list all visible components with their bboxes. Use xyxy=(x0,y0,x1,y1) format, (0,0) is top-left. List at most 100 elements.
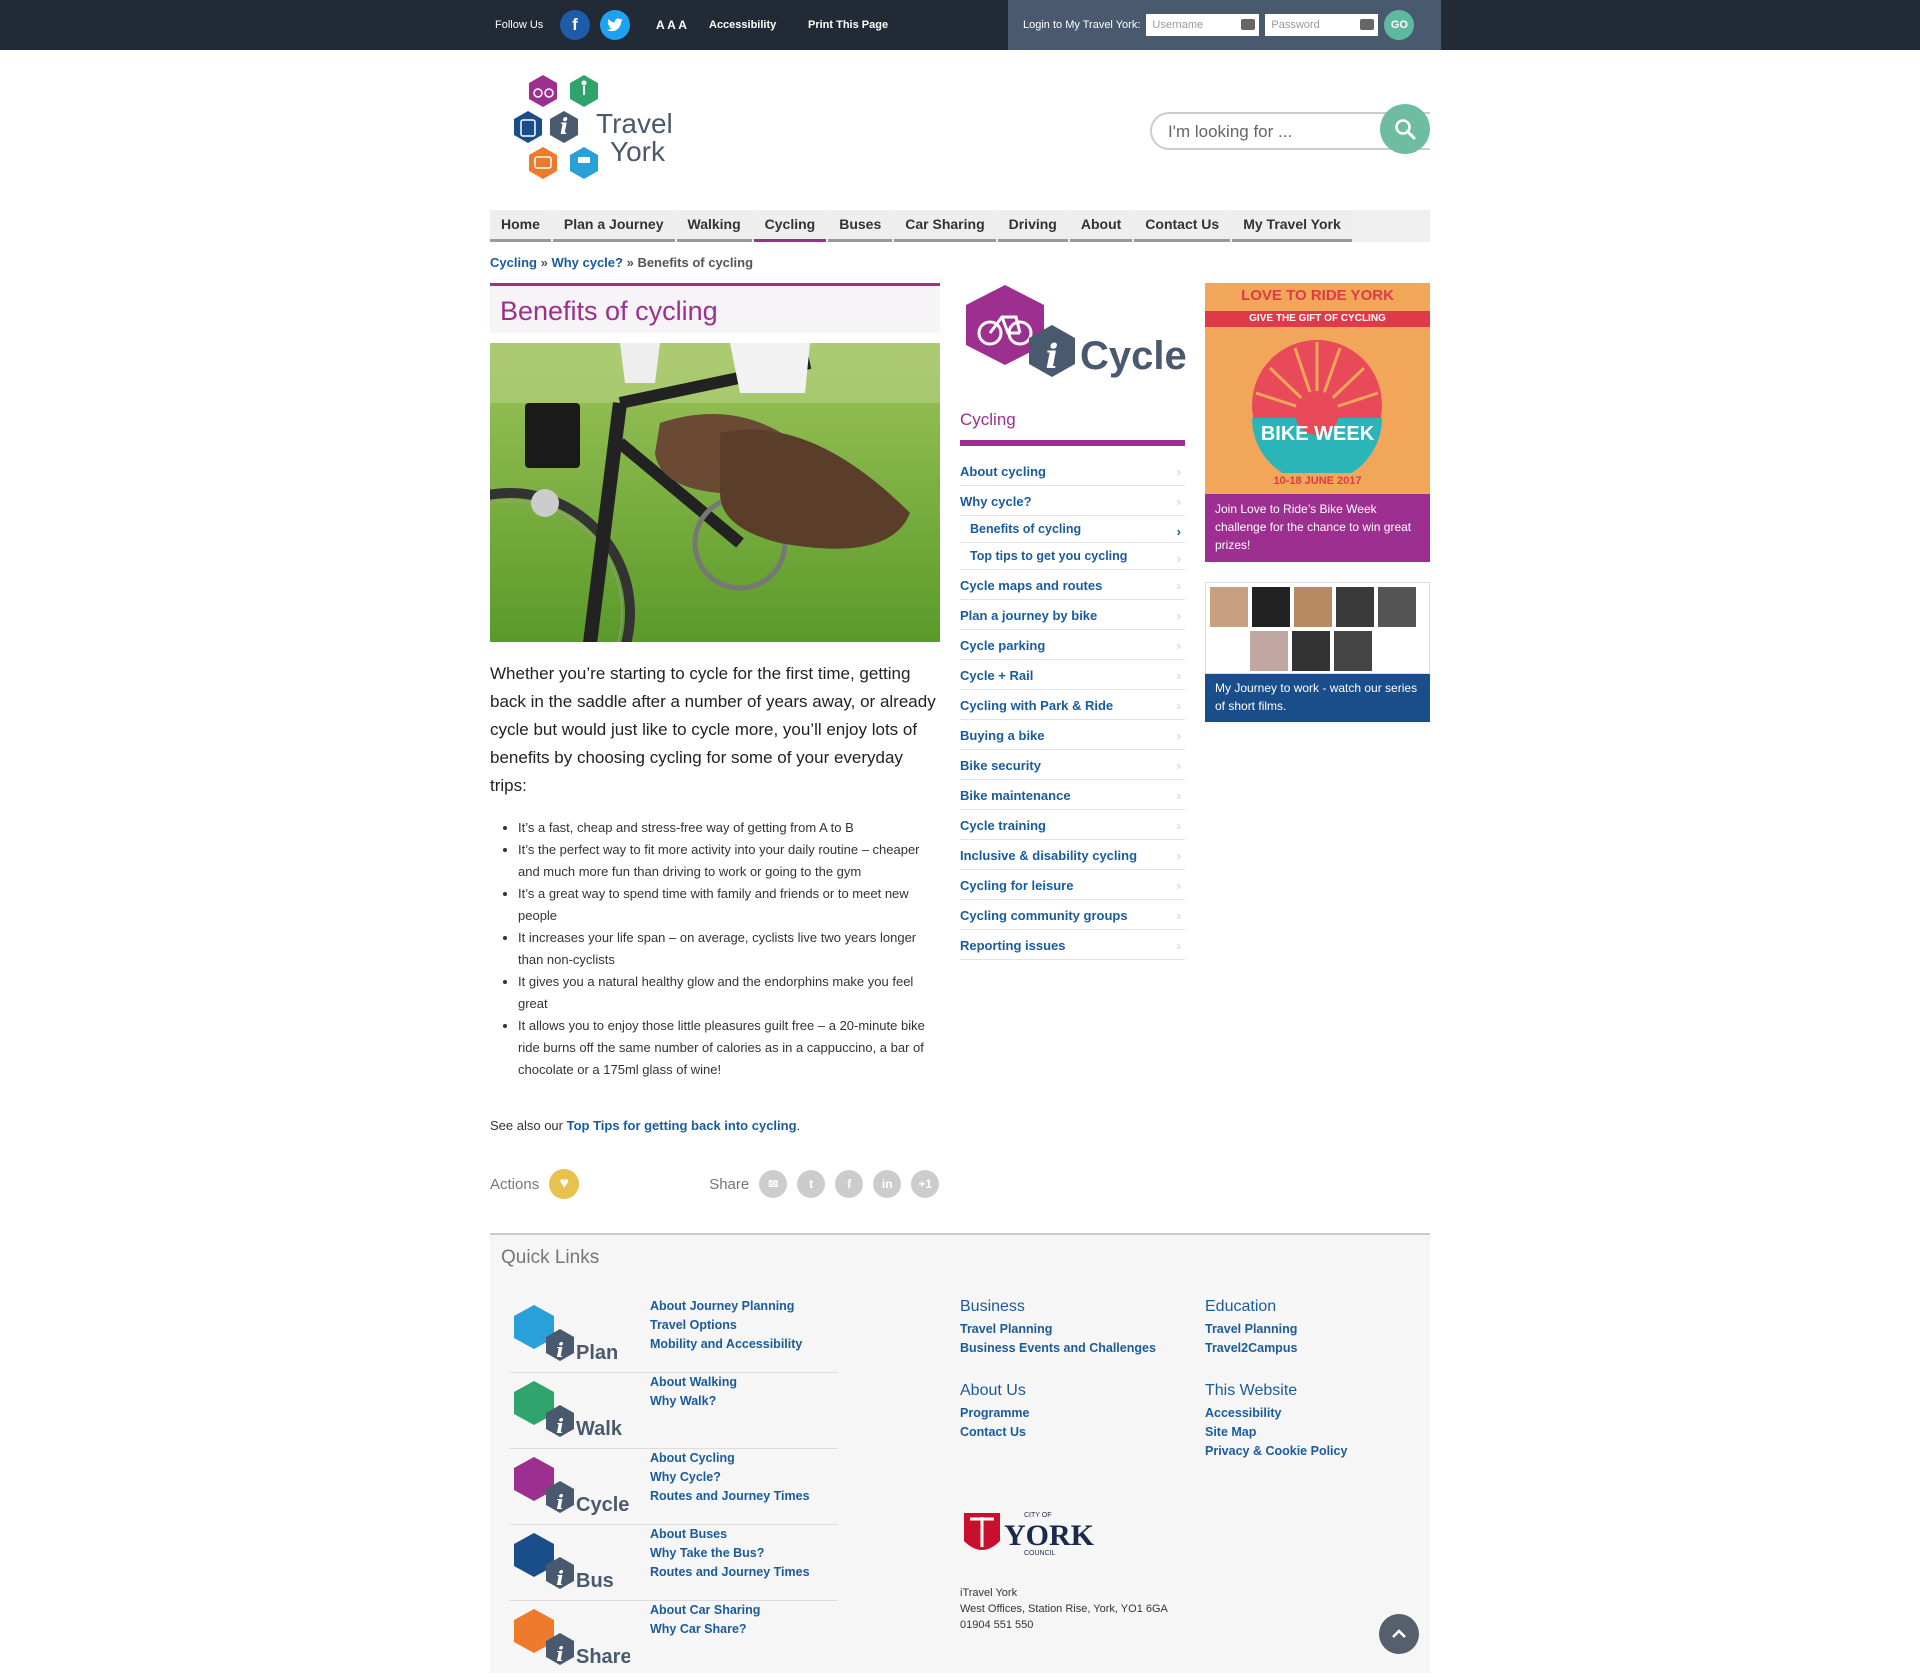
search-button[interactable] xyxy=(1380,104,1430,154)
sidebar-item-buying-a-bike[interactable]: Buying a bike › xyxy=(960,720,1185,750)
password-field[interactable]: Password xyxy=(1265,14,1379,36)
print-link[interactable]: Print This Page xyxy=(808,0,888,50)
banner-strap: GIVE THE GIFT OF CYCLING xyxy=(1205,311,1430,327)
link-why-bus[interactable]: Why Take the Bus? xyxy=(650,1544,810,1563)
iplan-logo[interactable]: i Plan xyxy=(510,1303,630,1367)
bike-week-banner[interactable]: LOVE TO RIDE YORK GIVE THE GIFT OF CYCLI… xyxy=(1205,283,1430,562)
iwalk-logo[interactable]: i Walk xyxy=(510,1379,630,1443)
footer-education: Education Travel Planning Travel2Campus xyxy=(1205,1297,1297,1358)
link-privacy-cookie[interactable]: Privacy & Cookie Policy xyxy=(1205,1442,1347,1461)
cycle-links: About Cycling Why Cycle? Routes and Jour… xyxy=(650,1449,810,1506)
linkedin-share-icon[interactable]: in xyxy=(873,1170,902,1198)
sidebar-menu: About cycling › Why cycle? › Benefits of c… xyxy=(960,456,1185,960)
my-journey-banner[interactable]: My Journey to work - watch our series of… xyxy=(1205,582,1430,722)
link-mobility-accessibility[interactable]: Mobility and Accessibility xyxy=(650,1335,802,1354)
svg-text:Plan: Plan xyxy=(576,1342,618,1364)
sidebar-item-park-ride[interactable]: Cycling with Park & Ride › xyxy=(960,690,1185,720)
email-share-icon[interactable]: ✉ xyxy=(759,1170,788,1198)
ishare-logo[interactable]: i Share xyxy=(510,1607,630,1671)
svg-text:i: i xyxy=(556,1338,564,1362)
username-field[interactable]: Username xyxy=(1146,14,1260,36)
nav-car-sharing[interactable]: Car Sharing xyxy=(894,210,996,242)
sidebar-item-cycle-maps[interactable]: Cycle maps and routes › xyxy=(960,570,1185,600)
svg-text:i: i xyxy=(556,1414,564,1438)
video-thumbnails xyxy=(1205,582,1430,674)
twitter-share-icon[interactable]: t xyxy=(797,1170,826,1198)
back-to-top-button[interactable] xyxy=(1379,1614,1419,1654)
city-of-york-council-logo[interactable]: CITY OF YORK COUNCIL xyxy=(960,1507,1100,1567)
breadcrumb: Cycling » Why cycle? » Benefits of cycli… xyxy=(490,255,753,270)
nav-buses[interactable]: Buses xyxy=(828,210,893,242)
nav-cycling[interactable]: Cycling xyxy=(753,210,827,242)
text-size-toggle[interactable]: A A A xyxy=(656,0,687,50)
sidebar-item-cycle-rail[interactable]: Cycle + Rail › xyxy=(960,660,1185,690)
itravel-york-logo[interactable]: i Travel York xyxy=(508,73,688,183)
login-go-button[interactable]: GO xyxy=(1384,10,1415,40)
top-tips-link[interactable]: Top Tips for getting back into cycling xyxy=(567,1118,797,1133)
link-programme[interactable]: Programme xyxy=(960,1404,1029,1423)
nav-walking[interactable]: Walking xyxy=(676,210,752,242)
website-heading: This Website xyxy=(1205,1382,1298,1399)
link-about-cycling[interactable]: About Cycling xyxy=(650,1449,810,1468)
facebook-icon[interactable]: f xyxy=(560,10,590,40)
link-bus-routes[interactable]: Routes and Journey Times xyxy=(650,1563,810,1582)
sidebar-item-plan-by-bike[interactable]: Plan a journey by bike › xyxy=(960,600,1185,630)
link-about-journey-planning[interactable]: About Journey Planning xyxy=(650,1297,802,1316)
link-travel2campus[interactable]: Travel2Campus xyxy=(1205,1339,1297,1358)
sidebar-item-about-cycling[interactable]: About cycling › xyxy=(960,456,1185,486)
link-about-walking[interactable]: About Walking xyxy=(650,1373,737,1392)
list-item: It’s a fast, cheap and stress-free way o… xyxy=(518,817,940,839)
nav-plan-a-journey[interactable]: Plan a Journey xyxy=(552,210,675,242)
sidebar-item-cycle-parking[interactable]: Cycle parking › xyxy=(960,630,1185,660)
nav-about[interactable]: About xyxy=(1069,210,1133,242)
breadcrumb-cycling[interactable]: Cycling xyxy=(490,255,537,270)
ibus-logo[interactable]: i Bus xyxy=(510,1531,630,1595)
social-links: f xyxy=(560,0,630,50)
link-site-map[interactable]: Site Map xyxy=(1205,1423,1347,1442)
sidebar-item-inclusive-cycling[interactable]: Inclusive & disability cycling › xyxy=(960,840,1185,870)
nav-driving[interactable]: Driving xyxy=(997,210,1068,242)
quick-links-footer: Quick Links i Plan About Journey Plannin… xyxy=(490,1233,1430,1673)
list-item: It’s the perfect way to fit more activit… xyxy=(518,839,940,883)
nav-contact-us[interactable]: Contact Us xyxy=(1134,210,1231,242)
link-business-travel-planning[interactable]: Travel Planning xyxy=(960,1320,1156,1339)
link-education-travel-planning[interactable]: Travel Planning xyxy=(1205,1320,1297,1339)
nav-my-travel-york[interactable]: My Travel York xyxy=(1232,210,1352,242)
svg-text:Bus: Bus xyxy=(576,1570,614,1592)
breadcrumb-why-cycle[interactable]: Why cycle? xyxy=(551,255,623,270)
address-line: West Offices, Station Rise, York, YO1 6G… xyxy=(960,1603,1168,1615)
sidebar-item-cycling-for-leisure[interactable]: Cycling for leisure › xyxy=(960,870,1185,900)
link-business-events[interactable]: Business Events and Challenges xyxy=(960,1339,1156,1358)
link-about-buses[interactable]: About Buses xyxy=(650,1525,810,1544)
nav-home[interactable]: Home xyxy=(490,210,551,242)
actions-bar: Actions ♥ Share ✉ t f in +1 xyxy=(490,1168,940,1200)
sidebar-item-why-cycle[interactable]: Why cycle? › xyxy=(960,486,1185,516)
link-cycle-routes[interactable]: Routes and Journey Times xyxy=(650,1487,810,1506)
sidebar-item-community-groups[interactable]: Cycling community groups › xyxy=(960,900,1185,930)
sidebar-item-bike-security[interactable]: Bike security › xyxy=(960,750,1185,780)
sidebar-item-benefits-of-cycling[interactable]: Benefits of cycling › xyxy=(960,516,1185,543)
sidebar-item-top-tips[interactable]: Top tips to get you cycling › xyxy=(960,543,1185,570)
link-about-car-sharing[interactable]: About Car Sharing xyxy=(650,1601,760,1620)
address-line: iTravel York xyxy=(960,1587,1018,1599)
favourite-heart-icon[interactable]: ♥ xyxy=(549,1169,580,1199)
link-why-car-share[interactable]: Why Car Share? xyxy=(650,1620,760,1639)
twitter-icon[interactable] xyxy=(600,10,630,40)
link-why-cycle[interactable]: Why Cycle? xyxy=(650,1468,810,1487)
accessibility-link[interactable]: Accessibility xyxy=(709,0,776,50)
footer-website: This Website Accessibility Site Map Priv… xyxy=(1205,1381,1347,1461)
phone-number: 01904 551 550 xyxy=(960,1619,1034,1631)
link-why-walk[interactable]: Why Walk? xyxy=(650,1392,737,1411)
sidebar-item-bike-maintenance[interactable]: Bike maintenance › xyxy=(960,780,1185,810)
link-accessibility[interactable]: Accessibility xyxy=(1205,1404,1347,1423)
google-plus-share-icon[interactable]: +1 xyxy=(911,1170,940,1198)
bike-week-caption: Join Love to Ride’s Bike Week challenge … xyxy=(1205,494,1430,562)
sidebar-item-reporting-issues[interactable]: Reporting issues › xyxy=(960,930,1185,960)
facebook-share-icon[interactable]: f xyxy=(835,1170,864,1198)
link-contact-us[interactable]: Contact Us xyxy=(960,1423,1029,1442)
icycle-small-logo[interactable]: i Cycle xyxy=(510,1455,630,1519)
quick-group-cycle: i Cycle About Cycling Why Cycle? Routes … xyxy=(510,1449,838,1525)
link-travel-options[interactable]: Travel Options xyxy=(650,1316,802,1335)
actions-label: Actions xyxy=(490,1175,540,1193)
sidebar-item-cycle-training[interactable]: Cycle training › xyxy=(960,810,1185,840)
